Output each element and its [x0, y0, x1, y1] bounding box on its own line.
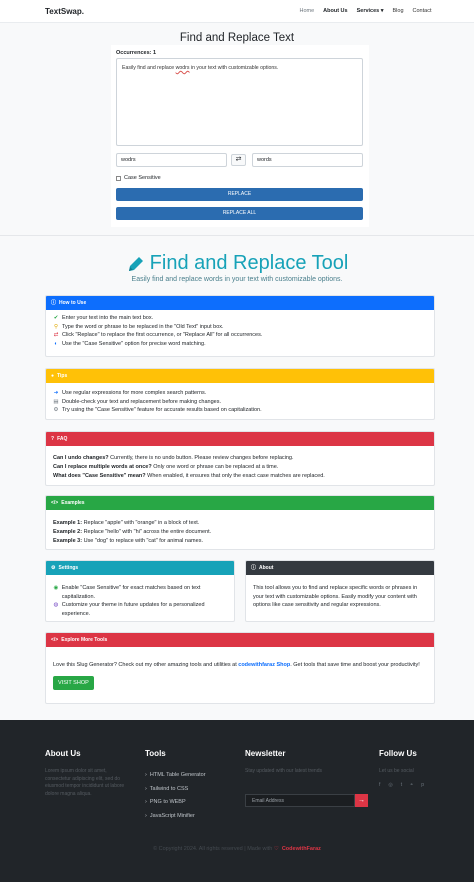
list-item: ◐ Use the "Case Sensitive" option for pre…	[54, 340, 206, 347]
list-item: ▤ Double-check your text and replacement …	[53, 398, 221, 405]
nav-links: Home About Us Services ▾ Blog Contact	[295, 8, 436, 14]
toggle-icon: ◉	[53, 585, 59, 591]
card-header: How to Use	[59, 300, 87, 306]
nav-contact[interactable]: Contact	[408, 8, 436, 14]
list-item: ⚲ Type the word or phrase to be replaced …	[53, 323, 224, 330]
heart-icon: ♡	[273, 846, 279, 852]
question-icon: ?	[51, 436, 55, 442]
clipboard-icon: ▤	[53, 398, 59, 405]
list-item: ◍ Customize your theme in future updates …	[53, 602, 205, 617]
examples-card: </> Examples Example 1: Replace "apple" w…	[45, 495, 435, 550]
nav-about[interactable]: About Us	[319, 8, 352, 14]
footer-follow-title: Follow Us	[379, 749, 417, 758]
search-icon: ⚲	[53, 323, 59, 330]
page-title: Find and Replace Text	[179, 32, 295, 44]
swap-icon[interactable]: ⇄	[231, 154, 246, 166]
card-header: Tips	[57, 373, 68, 379]
email-input[interactable]: Email Address	[245, 794, 355, 807]
replace-input[interactable]: words	[252, 153, 363, 167]
footer-about-title: About Us	[45, 749, 81, 758]
main-textarea[interactable]: Easily find and replace wodrs in your te…	[116, 58, 363, 146]
palette-icon: ◍	[53, 602, 59, 608]
list-item: ⇄ Click "Replace" to replace the first oc…	[53, 332, 263, 338]
replace-all-button[interactable]: REPLACE ALL	[116, 207, 363, 220]
footer-about-text: Lorem ipsum dolor sit amet, consectetur …	[45, 768, 125, 797]
settings-card: ⚙ Settings ◉ Enable "Case Sensitive" for e…	[45, 560, 235, 622]
card-header: Examples	[61, 500, 85, 506]
footer-tool-link[interactable]: › PNG to WEBP	[145, 796, 206, 810]
about-card: ⓘ About This tool allows you to find and …	[245, 560, 435, 622]
list-item: ➜ Use regular expressions for more comple…	[53, 390, 207, 396]
footer-tools-list: › HTML Table Generator › Tailwind to CSS…	[145, 769, 206, 823]
replace-button[interactable]: REPLACE	[116, 188, 363, 201]
hero-title: Find and Replace Tool	[149, 252, 349, 274]
tips-card: ● Tips ➜ Use regular expressions for more …	[45, 368, 435, 420]
example-item: Example 2: Replace "hello" with "hi" acr…	[53, 529, 212, 535]
check-icon: ✔	[53, 315, 59, 321]
nav-home[interactable]: Home	[295, 8, 319, 14]
arrow-right-icon: ➜	[53, 390, 59, 396]
facebook-icon[interactable]: f	[379, 782, 380, 788]
case-sensitive-checkbox[interactable]	[116, 175, 121, 181]
card-header: FAQ	[57, 436, 68, 442]
hero-subtitle: Easily find and replace words in your te…	[131, 276, 343, 283]
footer-tools-title: Tools	[145, 749, 166, 758]
case-sensitive-label: Case Sensitive	[124, 175, 161, 181]
section-divider	[0, 235, 474, 236]
gear-icon: ⚙	[51, 565, 56, 571]
brand-logo[interactable]: TextSwap.	[45, 7, 84, 16]
pencil-icon	[128, 256, 143, 271]
faq-item: Can I replace multiple words at once? On…	[53, 464, 279, 470]
copyright-brand[interactable]: CodewithFaraz	[282, 846, 321, 852]
explore-card: </> Explore More Tools Love this Slug Gen…	[45, 632, 435, 704]
faq-card: ? FAQ Can I undo changes? Currently, ther…	[45, 431, 435, 486]
card-header: About	[259, 565, 274, 571]
info-icon: ⓘ	[251, 565, 257, 571]
footer-follow-text: Let us be social	[379, 768, 414, 774]
hero: Find and Replace Tool	[0, 252, 474, 276]
nav-services[interactable]: Services ▾	[352, 8, 388, 14]
toggle-icon: ◐	[54, 340, 58, 347]
about-text: This tool allows you to find and replace…	[253, 585, 418, 608]
faq-item: What does "Case Sensitive" mean? When en…	[53, 473, 325, 479]
nav-blog[interactable]: Blog	[388, 8, 408, 14]
shop-link[interactable]: codewithfaraz Shop	[238, 662, 290, 668]
copyright: © Copyright 2024. All rights reserved | …	[153, 846, 321, 852]
footer-tool-link[interactable]: › HTML Table Generator	[145, 769, 206, 783]
lightbulb-icon: ●	[51, 373, 55, 379]
social-icons: f ◎ t ◓ p	[379, 782, 424, 788]
list-item: ✔ Enter your text into the main text box.	[53, 315, 154, 321]
footer-tool-link[interactable]: › JavaScript Minifier	[145, 810, 206, 824]
how-to-use-card: ⓘ How to Use ✔ Enter your text into the ma…	[45, 295, 435, 357]
footer-tool-link[interactable]: › Tailwind to CSS	[145, 783, 206, 797]
twitter-icon[interactable]: t	[401, 782, 402, 788]
pinterest-icon[interactable]: p	[421, 782, 424, 788]
code-icon: </>	[51, 637, 59, 643]
card-header: Explore More Tools	[61, 637, 108, 643]
card-header: Settings	[58, 565, 79, 571]
instagram-icon[interactable]: ◎	[388, 782, 392, 788]
example-item: Example 1: Replace "apple" with "orange"…	[53, 520, 200, 526]
footer	[0, 720, 474, 882]
example-item: Example 3: Use "dog" to replace with "ca…	[53, 538, 203, 544]
faq-item: Can I undo changes? Currently, there is …	[53, 455, 294, 461]
list-item: ⚙ Try using the "Case Sensitive" feature …	[53, 407, 262, 413]
navbar: TextSwap. Home About Us Services ▾ Blog …	[0, 0, 474, 23]
code-icon: </>	[51, 500, 59, 506]
misspelled-word: wodrs	[175, 65, 190, 71]
footer-newsletter-title: Newsletter	[245, 749, 286, 758]
occurrences-count: Occurrences: 1	[116, 50, 157, 56]
footer-newsletter-text: Stay updated with our latest trends	[245, 768, 322, 774]
visit-shop-button[interactable]: VISIT SHOP	[53, 675, 94, 690]
case-sensitive-option[interactable]: Case Sensitive	[116, 175, 161, 181]
exchange-icon: ⇄	[53, 332, 59, 338]
info-icon: ⓘ	[51, 300, 57, 306]
github-icon[interactable]: ◓	[410, 782, 413, 788]
gear-icon: ⚙	[53, 407, 59, 413]
tool-panel: Occurrences: 1 Easily find and replace w…	[111, 45, 369, 227]
send-arrow-icon[interactable]: →	[355, 794, 368, 807]
find-input[interactable]: wodrs	[116, 153, 227, 167]
list-item: ◉ Enable "Case Sensitive" for exact match…	[53, 585, 201, 600]
explore-text: Love this Slug Generator? Check out my o…	[53, 662, 420, 668]
